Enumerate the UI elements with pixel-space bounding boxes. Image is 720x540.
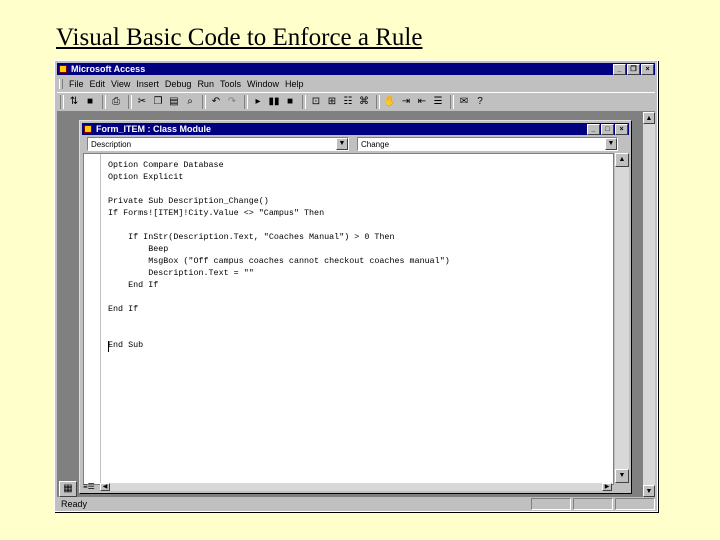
office-assistant-icon[interactable]: ✉	[457, 95, 471, 109]
object-combo[interactable]: Description ▼	[87, 137, 349, 151]
toolbar-separator	[302, 95, 306, 109]
close-icon[interactable]: ×	[615, 124, 628, 135]
scroll-right-icon[interactable]: ▶	[602, 483, 612, 491]
toolbar-separator	[202, 95, 206, 109]
restore-icon[interactable]: ❐	[627, 64, 640, 75]
menu-debug[interactable]: Debug	[162, 77, 195, 91]
menu-edit[interactable]: Edit	[87, 77, 109, 91]
comment-icon[interactable]: ☰	[431, 95, 445, 109]
toolbar-separator	[128, 95, 132, 109]
reset-icon[interactable]: ■	[283, 95, 297, 109]
paste-icon[interactable]: ▤	[167, 95, 181, 109]
minimize-icon[interactable]: _	[613, 64, 626, 75]
toolbar-separator	[244, 95, 248, 109]
menu-insert[interactable]: Insert	[133, 77, 162, 91]
menu-run[interactable]: Run	[194, 77, 217, 91]
slide-title: Visual Basic Code to Enforce a Rule	[56, 24, 423, 51]
module-icon	[84, 125, 92, 133]
code-horizontal-scrollbar[interactable]: ◀ ▶	[100, 483, 612, 491]
code-editor[interactable]: Option Compare Database Option Explicit …	[83, 153, 614, 485]
procedure-combo-value: Change	[361, 140, 390, 149]
text-cursor	[108, 341, 109, 352]
toolbox-icon[interactable]: ✋	[383, 95, 397, 109]
status-bar: Ready	[57, 498, 655, 510]
menu-help[interactable]: Help	[282, 77, 307, 91]
run-icon[interactable]: ▸	[251, 95, 265, 109]
help-icon[interactable]: ?	[473, 95, 487, 109]
app-vertical-scrollbar[interactable]: ▲ ▼	[643, 112, 655, 497]
app-title: Microsoft Access	[71, 64, 146, 74]
close-icon[interactable]: ×	[641, 64, 654, 75]
chevron-down-icon[interactable]: ▼	[605, 138, 617, 150]
toolbar-grip[interactable]	[60, 95, 64, 109]
scroll-up-icon[interactable]: ▲	[643, 112, 655, 124]
outdent-icon[interactable]: ⇤	[415, 95, 429, 109]
redo-icon[interactable]: ↷	[225, 95, 239, 109]
maximize-icon[interactable]: □	[601, 124, 614, 135]
copy-icon[interactable]: ❐	[151, 95, 165, 109]
properties-icon[interactable]: ☷	[341, 95, 355, 109]
object-browser-icon[interactable]: ⌘	[357, 95, 371, 109]
module-title-bar[interactable]: Form_ITEM : Class Module _ □ ×	[82, 123, 629, 135]
scroll-down-icon[interactable]: ▼	[643, 485, 655, 497]
status-text: Ready	[61, 499, 88, 509]
menu-view[interactable]: View	[108, 77, 133, 91]
design-mode-icon[interactable]: ⊡	[309, 95, 323, 109]
access-key-icon	[59, 65, 67, 73]
standard-toolbar: ⇅ ■ ⎙ ✂ ❐ ▤ ⌕ ↶ ↷ ▸ ▮▮ ■ ⊡ ⊞ ☷ ⌘ ✋ ⇥ ⇤ ☰…	[57, 92, 655, 112]
margin-indicator-bar[interactable]	[84, 154, 101, 484]
menu-tools[interactable]: Tools	[217, 77, 244, 91]
full-module-view-icon[interactable]: ☰	[88, 482, 95, 491]
minimized-window-icon[interactable]: ▦	[59, 481, 77, 497]
mdi-client-area: Form_ITEM : Class Module _ □ × Descripti…	[57, 112, 655, 497]
scroll-left-icon[interactable]: ◀	[100, 483, 110, 491]
menu-file[interactable]: File	[66, 77, 87, 91]
toolbar-separator	[450, 95, 454, 109]
scroll-down-icon[interactable]: ▼	[615, 469, 629, 483]
project-explorer-icon[interactable]: ⊞	[325, 95, 339, 109]
view-access-icon[interactable]: ⇅	[67, 95, 81, 109]
status-panel	[573, 498, 613, 510]
code-vertical-scrollbar[interactable]: ▲ ▼	[615, 153, 629, 483]
code-text[interactable]: Option Compare Database Option Explicit …	[108, 159, 450, 351]
status-panel	[531, 498, 571, 510]
object-combo-value: Description	[91, 140, 132, 149]
class-module-window: Form_ITEM : Class Module _ □ × Descripti…	[79, 120, 632, 494]
toolbar-separator	[376, 95, 380, 109]
save-icon[interactable]: ■	[83, 95, 97, 109]
module-title: Form_ITEM : Class Module	[96, 124, 212, 134]
chevron-down-icon[interactable]: ▼	[336, 138, 348, 150]
find-icon[interactable]: ⌕	[183, 95, 197, 109]
undo-icon[interactable]: ↶	[209, 95, 223, 109]
cut-icon[interactable]: ✂	[135, 95, 149, 109]
status-panel	[615, 498, 655, 510]
app-title-bar[interactable]: Microsoft Access _ ❐ ×	[57, 63, 655, 75]
indent-icon[interactable]: ⇥	[399, 95, 413, 109]
menu-grip[interactable]	[59, 79, 63, 89]
menu-bar: File Edit View Insert Debug Run Tools Wi…	[57, 77, 655, 91]
scroll-up-icon[interactable]: ▲	[615, 153, 629, 167]
minimize-icon[interactable]: _	[587, 124, 600, 135]
toolbar-separator	[102, 95, 106, 109]
procedure-combo[interactable]: Change ▼	[357, 137, 618, 151]
menu-window[interactable]: Window	[244, 77, 282, 91]
access-window: Microsoft Access _ ❐ × File Edit View In…	[54, 60, 658, 512]
break-icon[interactable]: ▮▮	[267, 95, 281, 109]
print-icon[interactable]: ⎙	[109, 95, 123, 109]
view-buttons: ≡☰	[83, 483, 95, 491]
